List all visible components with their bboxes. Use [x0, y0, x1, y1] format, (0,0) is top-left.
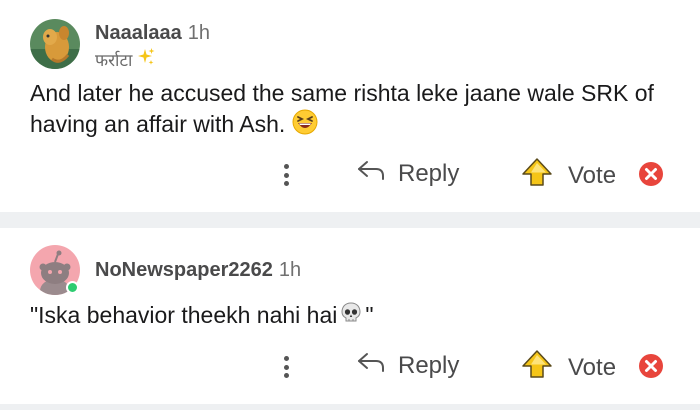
- reply-label: Reply: [398, 159, 460, 187]
- comment-actions: Reply Vote: [0, 155, 700, 195]
- flair-text: फर्राटा: [95, 51, 133, 71]
- comment-body-text: And later he accused the same rishta lek…: [30, 80, 654, 138]
- comment-divider: [0, 404, 700, 410]
- comment-actions: Reply Vote: [0, 347, 700, 387]
- vote-button[interactable]: Vote: [520, 349, 616, 386]
- vote-button[interactable]: Vote: [520, 157, 616, 194]
- close-icon[interactable]: [638, 353, 664, 379]
- online-status-indicator: [66, 281, 79, 294]
- username-text[interactable]: NoNewspaper2262: [95, 259, 273, 281]
- user-flair: फर्राटा: [95, 47, 156, 72]
- reply-label: Reply: [398, 351, 460, 379]
- username-text[interactable]: Naaalaaa: [95, 22, 182, 44]
- upvote-icon[interactable]: [520, 157, 554, 194]
- comment-body-closing-quote: ": [365, 302, 374, 328]
- comment-body-text: "Iska behavior theekh nahi hai: [30, 302, 338, 328]
- reply-icon: [356, 159, 386, 188]
- comment-body: "Iska behavior theekh nahi hai ": [30, 300, 374, 333]
- comment-time: 1h: [278, 259, 302, 281]
- reply-button[interactable]: Reply: [356, 159, 459, 188]
- skull-icon: [339, 301, 363, 333]
- reply-icon: [356, 351, 386, 380]
- comment-divider: [0, 212, 700, 228]
- reply-button[interactable]: Reply: [356, 351, 459, 380]
- more-options-icon[interactable]: [276, 353, 296, 381]
- avatar[interactable]: [30, 19, 80, 69]
- vote-label: Vote: [568, 353, 617, 381]
- grinning-squinting-face-icon: [292, 109, 318, 143]
- comment: NoNewspaper2262 1h "Iska behavior theekh …: [0, 228, 700, 404]
- upvote-icon[interactable]: [520, 349, 554, 386]
- more-options-icon[interactable]: [276, 161, 296, 189]
- avatar[interactable]: [30, 245, 80, 295]
- comment-time: 1h: [187, 22, 210, 44]
- comment: Naaalaaa 1h फर्राटा And later he accused …: [0, 0, 700, 212]
- comment-body: And later he accused the same rishta lek…: [30, 78, 670, 143]
- sparkles-icon: [136, 47, 156, 72]
- username[interactable]: NoNewspaper2262 1h: [95, 259, 301, 282]
- username[interactable]: Naaalaaa 1h: [95, 22, 210, 45]
- close-icon[interactable]: [638, 161, 664, 187]
- vote-label: Vote: [568, 161, 617, 189]
